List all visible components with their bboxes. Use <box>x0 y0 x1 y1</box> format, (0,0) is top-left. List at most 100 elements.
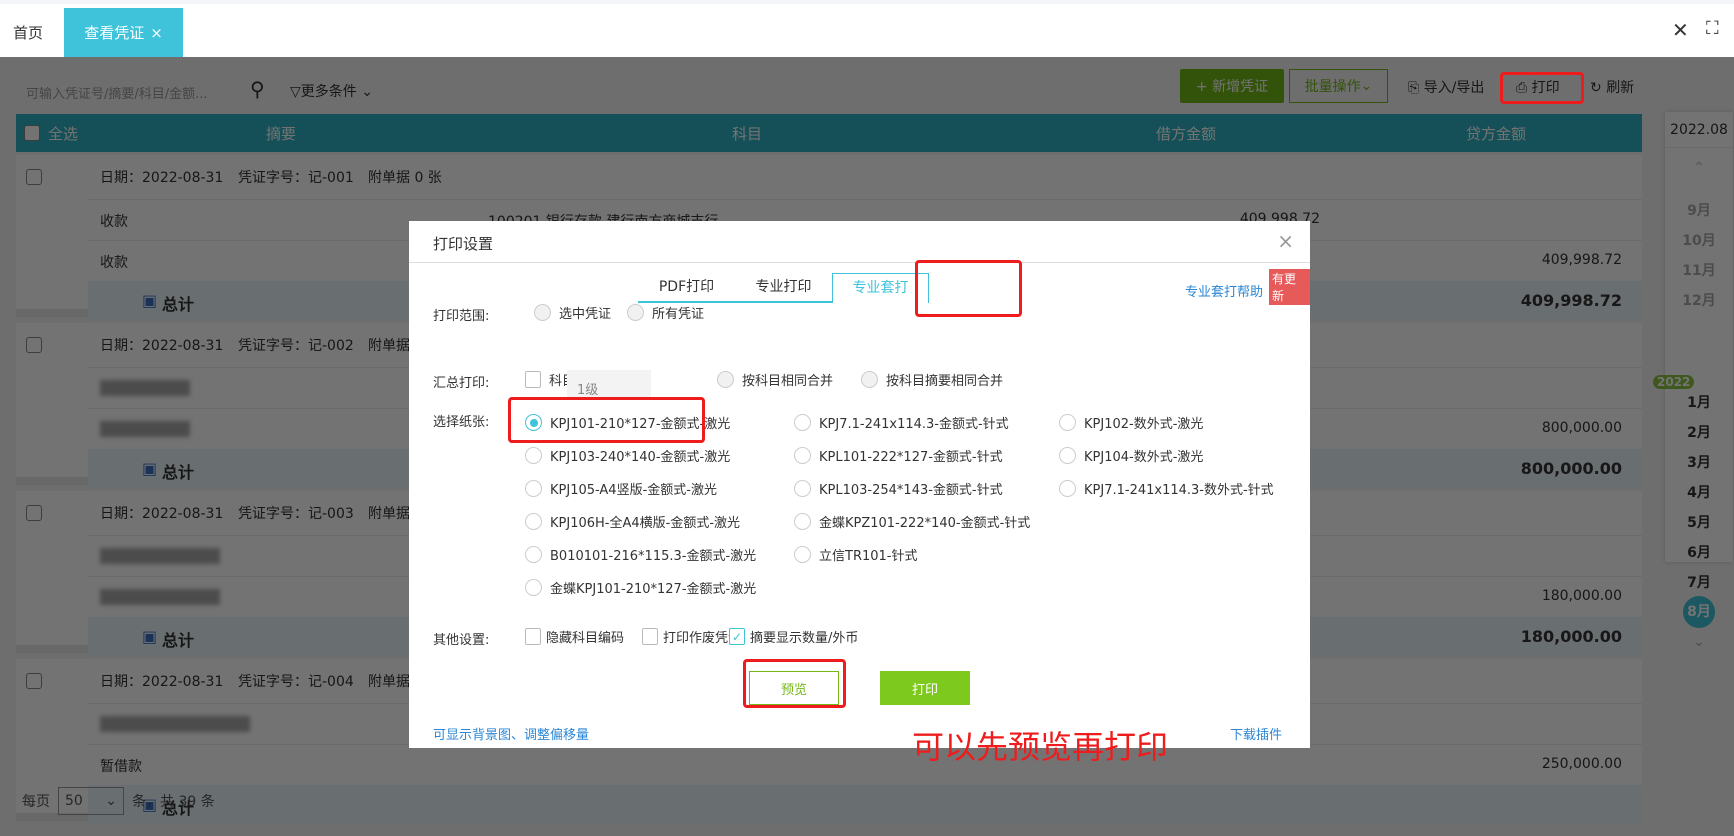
more-filters-button[interactable]: ▽更多条件 ⌄ <box>290 81 373 101</box>
row-credit: 250,000.00 <box>1541 756 1622 772</box>
refresh-icon: ↻ <box>1590 80 1607 96</box>
option-label: 按科目相同合并 <box>742 374 834 389</box>
close-icon[interactable]: × <box>1277 229 1294 253</box>
range-selected-radio[interactable]: 选中凭证 <box>534 303 611 322</box>
download-plugin-link[interactable]: 下载插件 <box>1230 724 1282 743</box>
print-confirm-button[interactable]: 打印 <box>880 671 970 705</box>
radio-icon <box>794 414 811 431</box>
total-value: 800,000.00 <box>1520 459 1622 478</box>
header-account: 科目 <box>732 125 763 143</box>
other-option-checkbox[interactable]: 隐藏科目编码 <box>525 627 624 646</box>
tab-home[interactable]: 首页 <box>13 22 43 43</box>
summary-label: 汇总打印: <box>433 376 490 391</box>
more-label: 更多条件 <box>300 84 357 100</box>
current-period[interactable]: 2022.08 <box>1665 112 1733 148</box>
radio-icon <box>525 546 542 563</box>
paper-option[interactable]: KPJ103-240*140-金额式-激光 <box>525 446 730 465</box>
checkbox-icon <box>525 371 541 388</box>
option-label: KPJ106H-全A4横版-金额式-激光 <box>550 516 741 531</box>
chevron-down-icon[interactable]: ⌄ <box>1665 634 1733 650</box>
radio-icon <box>525 447 542 464</box>
redacted-text <box>100 548 220 564</box>
background-offset-link[interactable]: 可显示背景图、调整偏移量 <box>433 724 589 743</box>
highlight-paper-option <box>508 397 705 443</box>
new-voucher-button[interactable]: + 新增凭证 <box>1180 69 1284 103</box>
paper-option[interactable]: KPJ106H-全A4横版-金额式-激光 <box>525 512 740 531</box>
paper-option[interactable]: KPJ105-A4竖版-金额式-激光 <box>525 479 717 498</box>
month-item[interactable]: 12月 <box>1665 290 1733 310</box>
option-label: KPJ102-数外式-激光 <box>1084 417 1204 432</box>
month-item[interactable]: 11月 <box>1665 260 1733 280</box>
close-icon[interactable]: × <box>150 24 163 42</box>
other-label: 其他设置: <box>433 633 490 648</box>
redacted-text <box>100 421 190 437</box>
paper-option[interactable]: 金蝶KPJ101-210*127-金额式-激光 <box>525 578 756 597</box>
month-item[interactable]: 2月 <box>1665 422 1733 442</box>
other-option-checkbox[interactable]: ✓ 摘要显示数量/外币 <box>729 627 858 646</box>
tab-view-voucher[interactable]: 查看凭证 × <box>64 8 183 57</box>
tab-pro-print[interactable]: 专业打印 <box>735 273 832 303</box>
range-all-radio[interactable]: 所有凭证 <box>627 303 704 322</box>
paper-option[interactable]: KPJ104-数外式-激光 <box>1059 446 1203 465</box>
search-icon[interactable]: ⚲ <box>250 77 265 101</box>
checkbox-icon <box>525 628 541 645</box>
radio-icon <box>794 546 811 563</box>
radio-icon <box>1059 480 1076 497</box>
paper-option[interactable]: 立信TR101-针式 <box>794 545 917 564</box>
import-export-button[interactable]: ⎘ 导入/导出 <box>1408 77 1484 97</box>
voucher-date: 日期：2022-08-31 <box>100 170 224 186</box>
redacted-text <box>100 589 220 605</box>
checkbox-icon <box>642 628 658 645</box>
month-item[interactable]: 6月 <box>1665 542 1733 562</box>
option-label: KPL101-222*127-金额式-针式 <box>819 450 1003 465</box>
tab-pdf-print[interactable]: PDF打印 <box>638 273 735 303</box>
level-select[interactable]: 1级 <box>567 370 651 400</box>
paper-label: 选择纸张: <box>433 415 490 430</box>
select-all-checkbox[interactable] <box>24 125 40 141</box>
month-item[interactable]: 7月 <box>1665 572 1733 592</box>
month-item[interactable]: 1月 <box>1665 392 1733 412</box>
close-icon[interactable]: ✕ <box>1672 18 1689 42</box>
merge-account-summary-radio[interactable]: 按科目摘要相同合并 <box>861 370 1003 389</box>
merge-account-radio[interactable]: 按科目相同合并 <box>717 370 833 389</box>
page-size-select[interactable]: 50 ⌄ <box>58 787 124 815</box>
option-label: 金蝶KPZ101-222*140-金额式-针式 <box>819 516 1031 531</box>
dialog-title: 打印设置 <box>433 235 494 253</box>
year-badge: 2022 <box>1653 375 1695 389</box>
option-label: B010101-216*115.3-金额式-激光 <box>550 549 757 564</box>
calendar-icon: ▣ <box>142 459 158 478</box>
voucher-att: 附单据 <box>368 674 410 690</box>
radio-icon <box>794 480 811 497</box>
table-row[interactable]: 暂借款 250,000.00 <box>88 744 1642 785</box>
paper-option[interactable]: KPJ7.1-241x114.3-金额式-针式 <box>794 413 1009 432</box>
paper-option[interactable]: KPJ7.1-241x114.3-数外式-针式 <box>1059 479 1274 498</box>
month-item[interactable]: 3月 <box>1665 452 1733 472</box>
row-credit: 800,000.00 <box>1541 420 1622 436</box>
per-page-label: 每页 <box>22 794 50 810</box>
paper-option[interactable]: KPL103-254*143-金额式-针式 <box>794 479 1003 498</box>
total-count: 条，共 39 条 <box>132 794 215 810</box>
refresh-button[interactable]: ↻ 刷新 <box>1590 77 1634 97</box>
option-label: 选中凭证 <box>559 307 612 322</box>
paper-option[interactable]: 金蝶KPZ101-222*140-金额式-针式 <box>794 512 1030 531</box>
fullscreen-icon[interactable]: ⛶ <box>1706 18 1719 39</box>
month-item[interactable]: 4月 <box>1665 482 1733 502</box>
paper-option[interactable]: B010101-216*115.3-金额式-激光 <box>525 545 756 564</box>
paper-option[interactable]: KPJ102-数外式-激光 <box>1059 413 1203 432</box>
paper-option[interactable]: KPL101-222*127-金额式-针式 <box>794 446 1003 465</box>
month-item[interactable]: 9月 <box>1665 200 1733 220</box>
month-item[interactable]: 10月 <box>1665 230 1733 250</box>
redacted-text <box>100 380 190 396</box>
header-select-all[interactable]: 全选 <box>48 123 78 144</box>
other-option-checkbox[interactable]: 打印作废凭证 <box>642 627 741 646</box>
month-item[interactable]: 8月 <box>1683 596 1715 628</box>
radio-icon <box>525 579 542 596</box>
help-link[interactable]: 专业套打帮助 <box>1185 281 1263 300</box>
option-label: KPJ103-240*140-金额式-激光 <box>550 450 731 465</box>
month-item[interactable]: 5月 <box>1665 512 1733 532</box>
calendar-icon: ▣ <box>142 291 158 310</box>
batch-ops-button[interactable]: 批量操作 ⌄ <box>1289 69 1388 103</box>
chevron-up-icon[interactable]: ⌃ <box>1665 160 1733 176</box>
row-summary: 暂借款 <box>100 759 142 775</box>
search-input[interactable]: 可输入凭证号/摘要/科目/金额... <box>26 83 246 102</box>
